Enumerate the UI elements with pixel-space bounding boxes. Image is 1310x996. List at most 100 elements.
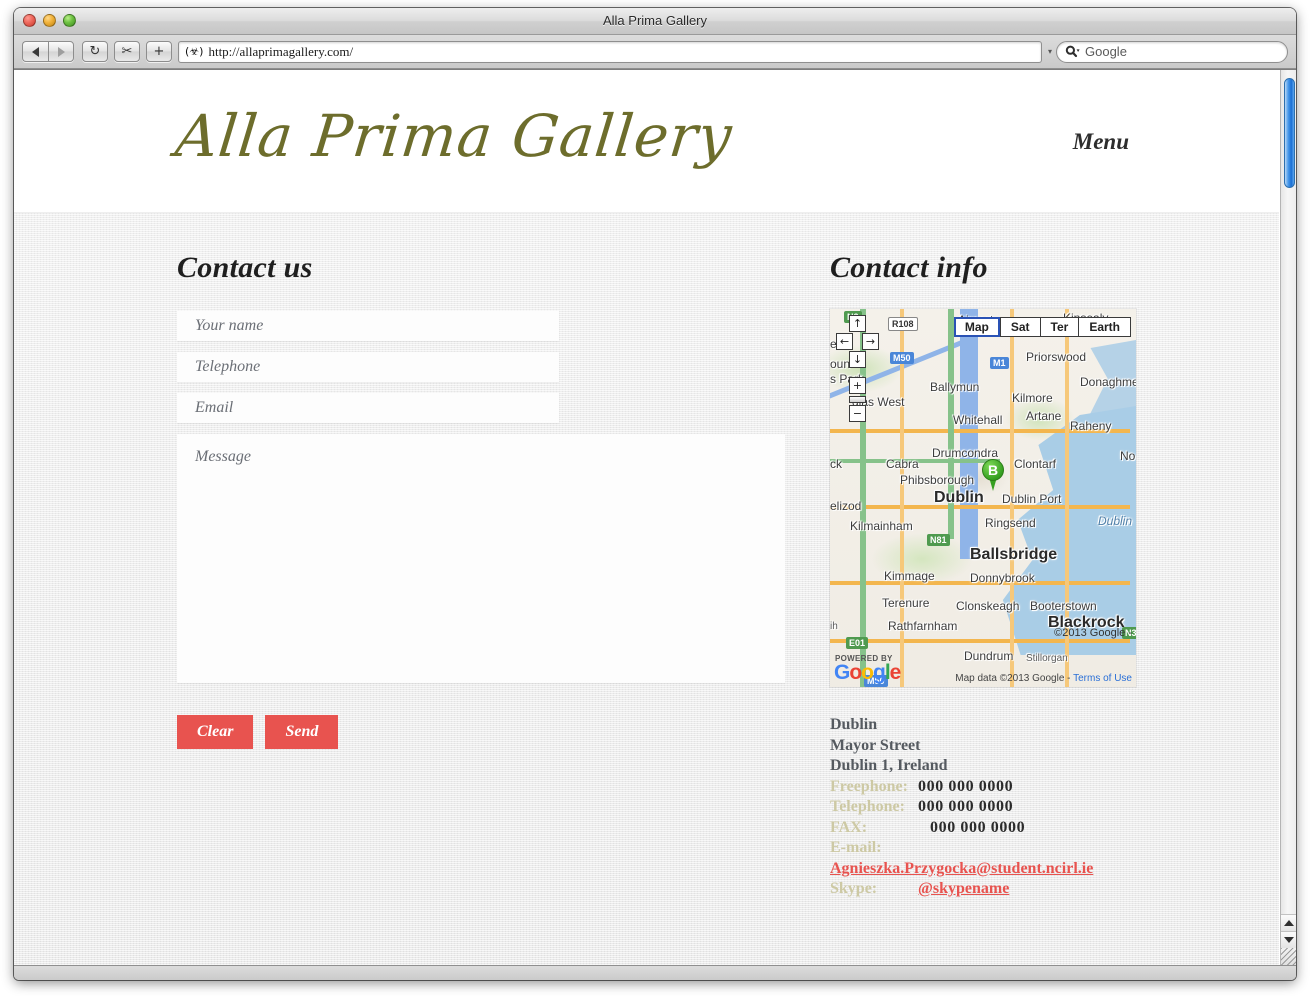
- snippet-button[interactable]: ✂: [114, 41, 140, 62]
- arrow-up-icon: [1284, 920, 1294, 926]
- scroll-down-button[interactable]: [1281, 931, 1296, 948]
- map-route-shield: E01: [846, 637, 869, 649]
- globe-icon: (☣): [185, 45, 204, 58]
- back-button[interactable]: [22, 41, 48, 62]
- reload-icon: ↻: [89, 44, 101, 59]
- new-tab-button[interactable]: +: [146, 41, 172, 62]
- map-route-shield: N81: [927, 534, 950, 546]
- send-button[interactable]: Send: [265, 715, 339, 750]
- email-link[interactable]: Agnieszka.Przygocka@student.ncirl.ie: [830, 860, 1093, 877]
- address-line-street: Mayor Street: [830, 736, 921, 754]
- window-titlebar: Alla Prima Gallery: [14, 8, 1296, 35]
- map-place-label: Drumcondra: [932, 446, 999, 460]
- navigation-buttons: [22, 41, 74, 62]
- site-logo[interactable]: Alla Prima Gallery: [172, 102, 735, 170]
- map-type-ter-button[interactable]: Ter: [1039, 317, 1079, 337]
- magnifier-icon: [1065, 45, 1080, 58]
- map-place-label: Dublin: [1098, 514, 1133, 528]
- map-pan-down-button[interactable]: ↓: [849, 351, 866, 368]
- map-place-label: ih: [830, 621, 838, 632]
- message-textarea[interactable]: Message: [177, 434, 785, 683]
- address-line-city: Dublin: [830, 716, 878, 733]
- window-footer: [14, 965, 1296, 980]
- map-pan-left-button[interactable]: ←: [836, 333, 853, 350]
- map-type-earth-button[interactable]: Earth: [1078, 317, 1131, 337]
- site-header: Alla Prima Gallery Menu: [14, 70, 1279, 213]
- map-copyright-label: ©2013 Google -: [1054, 627, 1132, 639]
- forward-button[interactable]: [48, 41, 74, 62]
- map-place-label: Clonskeagh: [956, 599, 1020, 613]
- page-body: Contact us Your name Telephone Email Mes…: [14, 213, 1279, 965]
- map-zoom-slider[interactable]: [849, 396, 866, 403]
- map-zoom-in-button[interactable]: +: [849, 377, 866, 394]
- close-window-button[interactable]: [23, 14, 36, 27]
- desktop-background: Alla Prima Gallery ↻ ✂ + (☣) http://alla…: [0, 0, 1310, 996]
- scroll-up-button[interactable]: [1281, 914, 1296, 931]
- map-place-label: ck: [830, 457, 842, 471]
- google-logo: Google: [834, 661, 901, 684]
- zoom-window-button[interactable]: [63, 14, 76, 27]
- map-route-shield: M50: [890, 352, 914, 364]
- map-zoom-out-button[interactable]: −: [849, 405, 866, 422]
- freephone-label: Freephone:: [830, 777, 908, 795]
- fax-row: FAX: 000 000 0000: [830, 818, 1150, 839]
- address-line-region: Dublin 1, Ireland: [830, 757, 948, 774]
- web-page: Alla Prima Gallery Menu Contact us Your …: [14, 70, 1279, 965]
- map-location-marker[interactable]: B: [982, 459, 1004, 491]
- contact-us-heading: Contact us: [177, 251, 313, 284]
- telephone-row: Telephone: 000 000 0000: [830, 797, 1150, 818]
- email-label: E-mail:: [830, 839, 882, 856]
- map-type-buttons: Map Sat Ter Earth: [953, 317, 1131, 337]
- map-route-shield: M1: [990, 357, 1009, 369]
- map-type-sat-button[interactable]: Sat: [999, 317, 1040, 337]
- map-place-label: Artane: [1026, 409, 1062, 423]
- marker-label: B: [982, 459, 1004, 481]
- scrollbar-thumb[interactable]: [1284, 78, 1295, 188]
- google-map-widget[interactable]: AirportKinsealyPriorswoodDonaghmedeBally…: [830, 309, 1136, 687]
- email-input[interactable]: Email: [177, 393, 559, 423]
- scissors-icon: ✂: [121, 44, 133, 59]
- map-pan-up-button[interactable]: ↑: [849, 315, 866, 332]
- browser-window: Alla Prima Gallery ↻ ✂ + (☣) http://alla…: [14, 8, 1296, 980]
- map-type-map-button[interactable]: Map: [953, 317, 1000, 337]
- reload-button[interactable]: ↻: [82, 41, 108, 62]
- map-route-shield: R108: [888, 317, 918, 331]
- window-title: Alla Prima Gallery: [602, 13, 708, 28]
- contact-info-section: Contact info Priorswood Donaghm Ballymun…: [830, 251, 1150, 900]
- skype-row: Skype: @skypename: [830, 879, 1150, 900]
- telephone-value: 000 000 0000: [918, 798, 1014, 815]
- map-place-label: Kilmore: [1012, 391, 1053, 405]
- address-block: Dublin Mayor Street Dublin 1, Ireland Fr…: [830, 715, 1150, 900]
- menu-button[interactable]: Menu: [1073, 129, 1129, 155]
- minimize-window-button[interactable]: [43, 14, 56, 27]
- skype-label: Skype:: [830, 880, 878, 897]
- window-resize-grip[interactable]: [1281, 948, 1296, 965]
- map-place-label: Phibsborough: [900, 473, 975, 487]
- map-motorway-m1: [960, 309, 978, 559]
- search-input[interactable]: Google: [1056, 40, 1288, 63]
- contact-form-section: Contact us Your name Telephone Email Mes…: [177, 251, 795, 750]
- map-place-label: Terenure: [882, 596, 930, 610]
- chevron-down-icon[interactable]: ▾: [1048, 47, 1052, 56]
- address-bar[interactable]: (☣) http://allaprimagallery.com/: [178, 40, 1042, 63]
- map-place-label: Raheny: [1070, 419, 1112, 433]
- skype-link[interactable]: @skypename: [918, 879, 1009, 900]
- map-zoom-controls: + −: [849, 377, 867, 423]
- vertical-scrollbar[interactable]: [1280, 70, 1296, 965]
- browser-toolbar: ↻ ✂ + (☣) http://allaprimagallery.com/ ▾: [14, 35, 1296, 69]
- map-pan-controls: ↑ ← → ↓: [836, 315, 879, 371]
- map-place-label: Dublin Port: [1002, 492, 1062, 506]
- map-pan-right-button[interactable]: →: [862, 333, 879, 350]
- map-attribution: Map data ©2013 Google - Terms of Use: [955, 673, 1132, 684]
- window-controls: [23, 14, 76, 27]
- fax-value: 000 000 0000: [930, 818, 1026, 836]
- telephone-input[interactable]: Telephone: [177, 352, 559, 382]
- map-road: [830, 639, 1130, 643]
- clear-button[interactable]: Clear: [177, 715, 254, 750]
- forward-arrow-icon: [57, 46, 65, 57]
- your-name-input[interactable]: Your name: [177, 311, 559, 341]
- terms-of-use-link[interactable]: Terms of Use: [1073, 673, 1132, 684]
- map-place-label: Booterstown: [1030, 599, 1097, 613]
- fax-label: FAX:: [830, 818, 868, 836]
- plus-icon: +: [153, 44, 165, 59]
